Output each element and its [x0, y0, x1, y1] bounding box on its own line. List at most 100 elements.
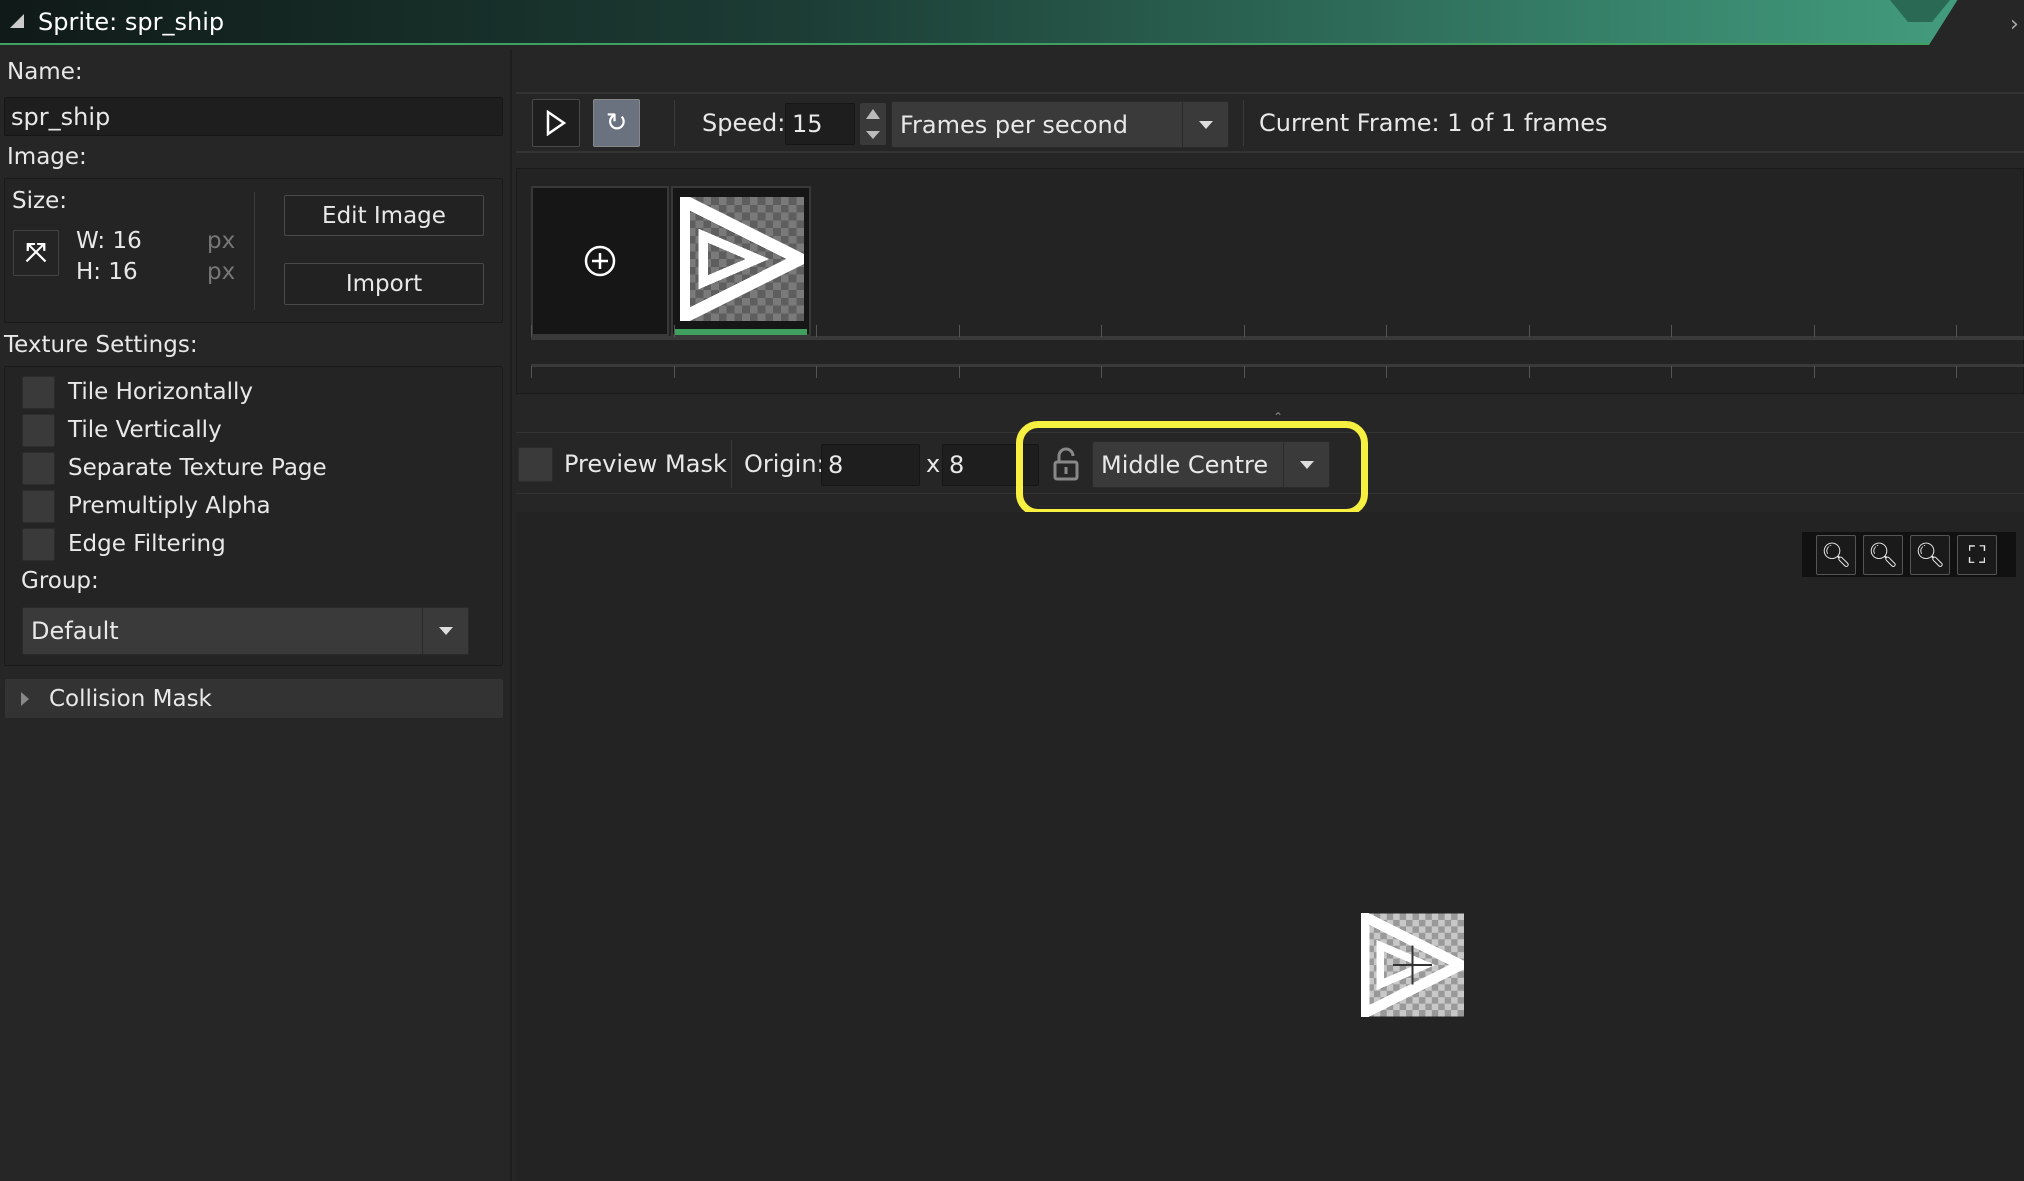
- texture-options: Tile Horizontally Tile Vertically Separa…: [22, 373, 327, 563]
- timeline-tick: [1528, 325, 1530, 337]
- checkbox[interactable]: [22, 413, 55, 447]
- timeline-tick: [1386, 366, 1387, 378]
- zoom-in-icon: 🔍︎: [1914, 540, 1946, 569]
- preview-mask-label: Preview Mask: [564, 450, 727, 478]
- collision-mask-label: Collision Mask: [49, 685, 212, 712]
- fit-screen-button[interactable]: ⛶: [1957, 534, 1997, 575]
- current-frame-label: Current Frame: 1 of 1 frames: [1259, 109, 1608, 137]
- highlight-annotation: [1016, 421, 1368, 516]
- divider: [254, 192, 255, 310]
- timeline-tick: [1243, 325, 1245, 337]
- timeline-tick: [816, 325, 817, 337]
- divider: [731, 440, 732, 488]
- timeline-tick: [1528, 366, 1530, 378]
- option-label: Edge Filtering: [68, 531, 226, 557]
- chevron-right-icon[interactable]: ›: [2010, 12, 2019, 37]
- timeline-tick: [958, 366, 960, 378]
- size-label: Size:: [12, 188, 67, 214]
- group-value: Default: [31, 617, 119, 645]
- speed-value: 15: [792, 110, 823, 138]
- add-frame-button[interactable]: [531, 186, 669, 336]
- speed-input[interactable]: 15: [785, 103, 855, 145]
- speed-spinner[interactable]: [860, 103, 886, 145]
- import-button[interactable]: Import: [284, 263, 484, 305]
- timeline-tick: [1956, 366, 1957, 378]
- resize-icon[interactable]: ⤧: [13, 230, 59, 276]
- chevron-down-icon[interactable]: [1182, 102, 1228, 147]
- zoom-out-button[interactable]: 🔍︎: [1816, 534, 1856, 575]
- image-label: Image:: [7, 144, 87, 170]
- timeline-tick: [1101, 325, 1102, 337]
- frame-selected-indicator: [675, 329, 807, 335]
- edit-image-button[interactable]: Edit Image: [284, 195, 484, 236]
- speed-unit-value: Frames per second: [900, 110, 1128, 139]
- divider: [1243, 100, 1244, 146]
- timeline-tick: [531, 366, 532, 378]
- timeline-ruler: [531, 364, 2024, 367]
- texture-settings-label: Texture Settings:: [4, 332, 198, 358]
- preview-mask-checkbox[interactable]: [518, 447, 553, 482]
- option-premultiply-alpha[interactable]: Premultiply Alpha: [22, 487, 327, 525]
- option-label: Premultiply Alpha: [68, 493, 271, 519]
- origin-x-input[interactable]: 8: [821, 444, 920, 486]
- height-value: H: 16: [76, 259, 138, 285]
- edit-image-label: Edit Image: [322, 202, 446, 229]
- option-edge-filtering[interactable]: Edge Filtering: [22, 525, 327, 563]
- origin-separator: x: [926, 450, 941, 478]
- speed-unit-dropdown[interactable]: Frames per second: [891, 101, 1229, 148]
- play-icon: [546, 110, 567, 136]
- origin-label: Origin:: [744, 450, 825, 478]
- option-separate-texture-page[interactable]: Separate Texture Page: [22, 449, 327, 487]
- option-label: Tile Vertically: [68, 417, 222, 443]
- zoom-in-button[interactable]: 🔍︎: [1910, 534, 1950, 575]
- timeline-tick: [1243, 366, 1245, 378]
- timeline-tick: [673, 366, 675, 378]
- width-value: W: 16: [76, 228, 142, 254]
- zoom-reset-button[interactable]: 🔍︎: [1863, 534, 1903, 575]
- frame-thumbnail[interactable]: [671, 186, 814, 336]
- loop-icon: ↻: [605, 108, 628, 138]
- window-corner-icon: [10, 14, 24, 28]
- option-tile-vertically[interactable]: Tile Vertically: [22, 411, 327, 449]
- timeline-track[interactable]: [531, 336, 2024, 340]
- checkbox[interactable]: [22, 489, 55, 523]
- panel-divider[interactable]: [510, 50, 512, 1181]
- window-title: Sprite: spr_ship: [38, 8, 225, 36]
- name-value: spr_ship: [11, 102, 111, 131]
- timeline-tick: [1101, 366, 1102, 378]
- timeline-tick: [1956, 325, 1957, 337]
- sprite-frame-image: [677, 190, 814, 328]
- option-label: Separate Texture Page: [68, 455, 327, 481]
- title-bar: [0, 0, 2024, 45]
- timeline-tick: [1813, 325, 1815, 337]
- timeline-tick: [958, 325, 960, 337]
- sprite-preview[interactable]: [1359, 908, 1473, 1022]
- expand-arrow-icon: [21, 691, 29, 706]
- divider: [674, 100, 675, 146]
- zoom-reset-icon: 🔍︎: [1867, 540, 1899, 569]
- group-dropdown[interactable]: Default: [22, 607, 469, 655]
- height-unit: px: [207, 259, 236, 285]
- chevron-down-icon[interactable]: [422, 608, 468, 654]
- width-unit: px: [207, 228, 236, 254]
- loop-button[interactable]: ↻: [593, 99, 640, 147]
- name-input[interactable]: spr_ship: [4, 97, 503, 136]
- collision-mask-header[interactable]: Collision Mask: [5, 679, 503, 718]
- timeline-tick: [673, 325, 675, 337]
- option-tile-horizontally[interactable]: Tile Horizontally: [22, 373, 327, 411]
- timeline-tick: [1671, 325, 1672, 337]
- timeline-tick: [1671, 366, 1672, 378]
- checkbox[interactable]: [22, 375, 55, 409]
- timeline-tick: [816, 366, 817, 378]
- arrow-down-icon[interactable]: [866, 131, 880, 139]
- checkbox[interactable]: [22, 451, 55, 485]
- checkbox[interactable]: [22, 527, 55, 561]
- arrow-up-icon[interactable]: [866, 109, 880, 119]
- option-label: Tile Horizontally: [68, 379, 254, 405]
- sprite-canvas[interactable]: [516, 512, 2024, 1181]
- timeline-tick: [1386, 325, 1387, 337]
- play-button[interactable]: [532, 99, 580, 147]
- import-label: Import: [345, 271, 423, 297]
- origin-x-value: 8: [828, 451, 844, 479]
- origin-y-value: 8: [949, 451, 965, 479]
